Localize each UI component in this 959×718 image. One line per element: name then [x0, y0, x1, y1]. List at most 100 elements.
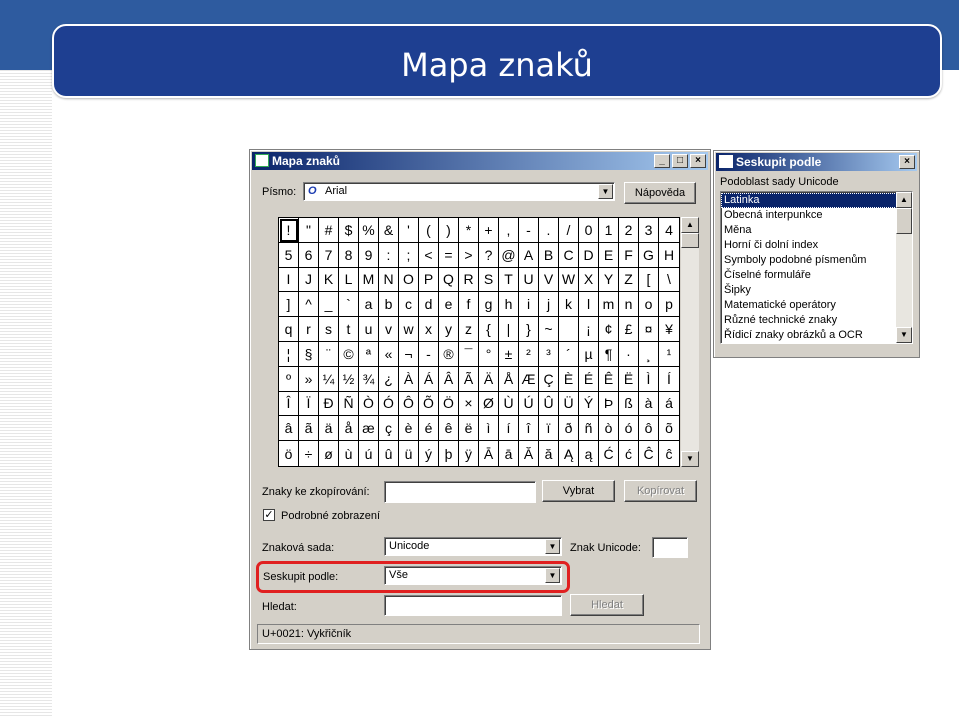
character-cell[interactable]: V: [539, 267, 559, 293]
copy-input[interactable]: [384, 481, 536, 503]
character-cell[interactable]: ù: [339, 441, 359, 466]
character-cell[interactable]: :: [379, 242, 399, 268]
list-scroll-down-icon[interactable]: ▼: [896, 327, 912, 343]
character-cell[interactable]: ?: [479, 242, 499, 268]
character-cell[interactable]: =: [439, 242, 459, 268]
character-cell[interactable]: ă: [539, 441, 559, 466]
character-cell[interactable]: ¹: [659, 342, 679, 367]
character-cell[interactable]: û: [379, 441, 399, 466]
character-cell[interactable]: ć: [619, 441, 639, 466]
character-cell[interactable]: ó: [619, 416, 639, 442]
character-cell[interactable]: <: [419, 242, 439, 268]
character-cell[interactable]: Ú: [519, 391, 539, 417]
character-cell[interactable]: ]: [279, 292, 299, 318]
character-cell[interactable]: j: [539, 292, 559, 318]
character-cell[interactable]: Ý: [579, 391, 599, 417]
character-cell[interactable]: ā: [499, 441, 519, 466]
character-cell[interactable]: 6: [299, 242, 319, 268]
character-cell[interactable]: n: [619, 292, 639, 318]
character-cell[interactable]: Ó: [379, 391, 399, 417]
character-cell[interactable]: p: [659, 292, 679, 318]
character-cell[interactable]: «: [379, 341, 399, 367]
maximize-button[interactable]: □: [672, 154, 688, 168]
character-cell[interactable]: ï: [539, 416, 559, 442]
character-cell[interactable]: °: [479, 341, 499, 367]
character-cell[interactable]: ¦: [279, 341, 299, 367]
character-cell[interactable]: -: [519, 218, 539, 243]
character-cell[interactable]: x: [419, 317, 439, 342]
character-cell[interactable]: I: [279, 267, 299, 293]
character-cell[interactable]: Ñ: [339, 391, 359, 417]
character-cell[interactable]: ö: [279, 441, 299, 466]
subrange-list-item[interactable]: Symboly podobné písmenům: [721, 253, 897, 268]
character-cell[interactable]: L: [339, 267, 359, 293]
character-cell[interactable]: í: [499, 416, 519, 442]
character-cell[interactable]: ;: [399, 242, 419, 268]
search-input[interactable]: [384, 595, 562, 616]
character-cell[interactable]: ą: [579, 441, 599, 466]
character-cell[interactable]: z: [459, 317, 479, 342]
character-cell[interactable]: Ò: [359, 391, 379, 417]
character-cell[interactable]: Ā: [479, 441, 499, 466]
character-cell[interactable]: Û: [539, 391, 559, 417]
character-cell[interactable]: Ĉ: [639, 441, 659, 466]
character-cell[interactable]: S: [479, 267, 499, 293]
character-cell[interactable]: $: [339, 218, 359, 243]
subrange-list-item[interactable]: Obecná interpunkce: [721, 208, 897, 223]
character-cell[interactable]: J: [299, 267, 319, 293]
character-cell[interactable]: å: [339, 416, 359, 442]
character-cell[interactable]: µ: [579, 341, 599, 367]
character-cell[interactable]: Z: [619, 267, 639, 293]
character-cell[interactable]: 4: [659, 218, 679, 243]
character-cell[interactable]: ²: [519, 341, 539, 367]
character-cell[interactable]: d: [419, 292, 439, 318]
character-cell[interactable]: ¸: [639, 341, 659, 367]
character-cell[interactable]: [: [639, 267, 659, 293]
character-cell[interactable]: é: [419, 416, 439, 442]
list-scrollbar[interactable]: ▲ ▼: [896, 192, 912, 343]
character-cell[interactable]: F: [619, 242, 639, 268]
character-cell[interactable]: ß: [619, 391, 639, 417]
character-cell[interactable]: Æ: [519, 366, 539, 392]
character-cell[interactable]: ý: [419, 441, 439, 466]
character-cell[interactable]: Ä: [479, 366, 499, 392]
character-cell[interactable]: .: [539, 218, 559, 243]
character-cell[interactable]: v: [379, 317, 399, 342]
character-cell[interactable]: i: [519, 292, 539, 318]
character-cell[interactable]: î: [519, 416, 539, 442]
character-cell[interactable]: e: [439, 292, 459, 318]
character-cell[interactable]: P: [419, 267, 439, 293]
character-cell[interactable]: ª: [359, 341, 379, 367]
character-cell[interactable]: õ: [659, 416, 679, 442]
character-cell[interactable]: ¯: [459, 341, 479, 367]
character-cell[interactable]: Ç: [539, 366, 559, 392]
character-cell[interactable]: ~: [539, 317, 559, 342]
character-cell[interactable]: Ö: [439, 391, 459, 417]
character-cell[interactable]: k: [559, 292, 579, 318]
character-cell[interactable]: g: [479, 292, 499, 318]
character-cell[interactable]: O: [399, 267, 419, 293]
character-cell[interactable]: ì: [479, 416, 499, 442]
character-cell[interactable]: M: [359, 267, 379, 293]
character-cell[interactable]: È: [559, 366, 579, 392]
character-cell[interactable]: c: [399, 292, 419, 318]
character-cell[interactable]: A: [519, 242, 539, 268]
character-cell[interactable]: K: [319, 267, 339, 293]
character-cell[interactable]: (: [419, 218, 439, 243]
character-cell[interactable]: ¼: [319, 366, 339, 392]
character-cell[interactable]: É: [579, 366, 599, 392]
character-cell[interactable]: +: [479, 218, 499, 243]
character-cell[interactable]: ¨: [319, 341, 339, 367]
character-cell[interactable]: Å: [499, 366, 519, 392]
character-cell[interactable]: ©: [339, 341, 359, 367]
character-cell[interactable]: ÷: [299, 441, 319, 466]
select-button[interactable]: Vybrat: [542, 480, 615, 502]
character-cell[interactable]: &: [379, 218, 399, 243]
character-cell[interactable]: ¬: [399, 341, 419, 367]
character-cell[interactable]: Ô: [399, 391, 419, 417]
character-cell[interactable]: 0: [579, 218, 599, 243]
character-cell[interactable]: Î: [279, 391, 299, 417]
character-cell[interactable]: @: [499, 242, 519, 268]
search-button[interactable]: Hledat: [570, 594, 644, 616]
character-cell[interactable]: U: [519, 267, 539, 293]
